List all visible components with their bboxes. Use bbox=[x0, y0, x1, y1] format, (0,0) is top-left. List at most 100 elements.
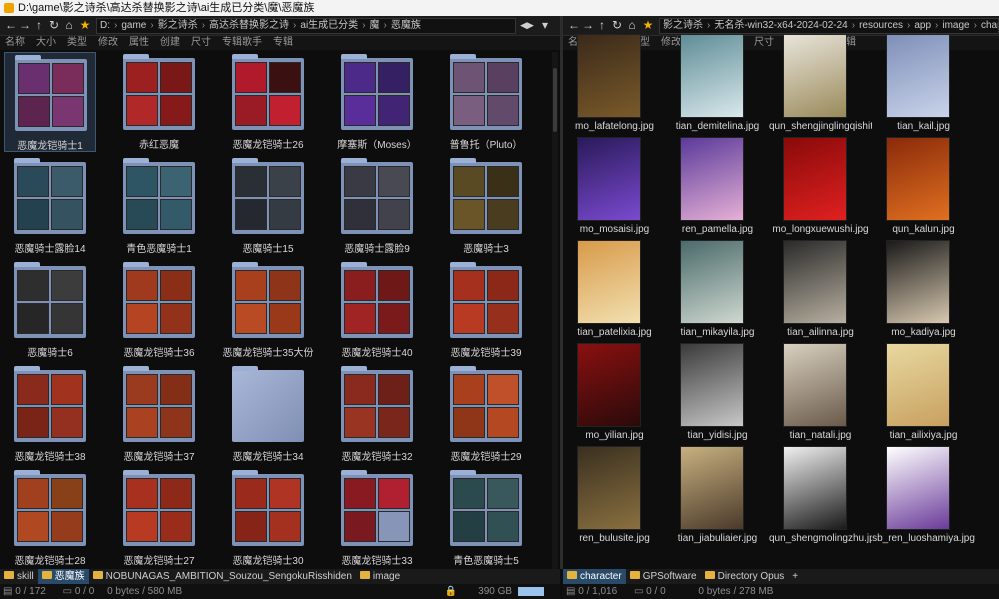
image-file-item[interactable]: sb_ren_luoshamiya.jpg bbox=[872, 446, 975, 549]
folder-item[interactable]: 恶魔龙铠骑士39 bbox=[440, 260, 532, 360]
folder-item[interactable]: 恶魔龙铠骑士27 bbox=[113, 468, 205, 568]
column-header[interactable]: 修改 bbox=[98, 36, 118, 50]
right-breadcrumb[interactable]: 影之诗杀 › 无名杀-win32-x64-2024-02-24 › resources ›… bbox=[659, 18, 999, 34]
folder-item[interactable]: 普鲁托（Pluto） bbox=[440, 52, 532, 152]
image-file-item[interactable]: tian_demitelina.jpg bbox=[666, 34, 769, 137]
folder-tab[interactable]: GPSoftware bbox=[626, 569, 701, 584]
column-header[interactable]: 尺寸 bbox=[191, 36, 211, 50]
folder-item[interactable]: 恶魔龙铠骑士40 bbox=[331, 260, 423, 360]
folder-label: 恶魔骑士3 bbox=[463, 244, 509, 255]
image-file-item[interactable]: qun_shengmolingzhu.jpg bbox=[769, 446, 872, 549]
folder-tab[interactable]: image bbox=[356, 569, 404, 584]
breadcrumb-segment[interactable]: chara bbox=[978, 19, 998, 33]
folder-item[interactable]: 恶魔骑士露脸14 bbox=[4, 156, 96, 256]
folder-item[interactable]: 恶魔龙铠骑士1 bbox=[4, 52, 96, 152]
favorite-star-icon[interactable]: ★ bbox=[641, 18, 655, 33]
column-header[interactable]: 专辑歌手 bbox=[222, 36, 262, 50]
folder-tab[interactable]: 恶魔族 bbox=[37, 569, 89, 584]
folder-tab[interactable]: character bbox=[563, 569, 626, 584]
folder-item[interactable]: 恶魔龙铠骑士36 bbox=[113, 260, 205, 360]
home-icon[interactable]: ⌂ bbox=[625, 18, 639, 33]
image-file-item[interactable]: tian_kail.jpg bbox=[872, 34, 975, 137]
image-file-item[interactable]: mo_mosaisi.jpg bbox=[563, 137, 666, 240]
image-file-item[interactable]: ren_bulusite.jpg bbox=[563, 446, 666, 549]
folder-item[interactable]: 恶魔骑士6 bbox=[4, 260, 96, 360]
folder-preview-thumb bbox=[269, 199, 301, 230]
folder-item[interactable]: 恶魔骑士3 bbox=[440, 156, 532, 256]
folder-item[interactable]: 恶魔骑士15 bbox=[222, 156, 314, 256]
refresh-icon[interactable]: ↻ bbox=[47, 18, 61, 33]
back-arrow-icon[interactable]: ← bbox=[4, 18, 18, 33]
add-tab-icon[interactable]: + bbox=[788, 569, 802, 584]
image-thumbnail bbox=[783, 446, 847, 530]
forward-arrow-icon[interactable]: → bbox=[18, 18, 32, 33]
image-file-item[interactable]: qun_shengjinglingqishit... bbox=[769, 34, 872, 137]
breadcrumb-segment[interactable]: 影之诗杀 bbox=[155, 19, 201, 33]
folder-count-icon: ▤ bbox=[566, 586, 576, 597]
folder-item[interactable]: 恶魔龙铠骑士37 bbox=[113, 364, 205, 464]
path-dropdown-icon[interactable]: ▾ bbox=[538, 18, 552, 33]
image-file-item[interactable]: tian_natali.jpg bbox=[769, 343, 872, 446]
image-file-item[interactable]: tian_mikayila.jpg bbox=[666, 240, 769, 343]
folder-item[interactable]: 恶魔龙铠骑士35大份 bbox=[222, 260, 314, 360]
favorite-star-icon[interactable]: ★ bbox=[78, 18, 92, 33]
folder-preview-thumb bbox=[453, 95, 485, 126]
column-header[interactable]: 属性 bbox=[129, 36, 149, 50]
folder-item[interactable]: 恶魔龙铠骑士30 bbox=[222, 468, 314, 568]
folder-item[interactable]: 恶魔龙铠骑士32 bbox=[331, 364, 423, 464]
folder-item[interactable]: 恶魔龙铠骑士38 bbox=[4, 364, 96, 464]
image-file-item[interactable]: mo_kadiya.jpg bbox=[872, 240, 975, 343]
forward-arrow-icon[interactable]: → bbox=[581, 18, 595, 33]
image-file-item[interactable]: tian_yidisi.jpg bbox=[666, 343, 769, 446]
breadcrumb-segment[interactable]: image bbox=[939, 19, 972, 33]
folder-item[interactable]: 恶魔龙铠骑士34 bbox=[222, 364, 314, 464]
breadcrumb-segment[interactable]: ai生成已分类 bbox=[297, 19, 361, 33]
image-file-item[interactable]: tian_ailixiya.jpg bbox=[872, 343, 975, 446]
breadcrumb-segment[interactable]: 恶魔族 bbox=[388, 19, 424, 33]
folder-item[interactable]: 摩塞斯（Moses） bbox=[331, 52, 423, 152]
path-arrows-icon[interactable]: ◀▶ bbox=[520, 18, 534, 33]
image-file-item[interactable]: tian_jiabuliaier.jpg bbox=[666, 446, 769, 549]
folder-item[interactable]: 赤红恶魔 bbox=[113, 52, 205, 152]
up-arrow-icon[interactable]: ↑ bbox=[32, 18, 46, 33]
home-icon[interactable]: ⌂ bbox=[62, 18, 76, 33]
image-file-item[interactable]: mo_yilian.jpg bbox=[563, 343, 666, 446]
column-header[interactable]: 类型 bbox=[67, 36, 87, 50]
up-arrow-icon[interactable]: ↑ bbox=[595, 18, 609, 33]
image-file-item[interactable]: ren_pamella.jpg bbox=[666, 137, 769, 240]
breadcrumb-segment[interactable]: 无名杀-win32-x64-2024-02-24 bbox=[711, 19, 850, 33]
back-arrow-icon[interactable]: ← bbox=[567, 18, 581, 33]
breadcrumb-segment[interactable]: game bbox=[118, 19, 149, 33]
column-header[interactable]: 大小 bbox=[36, 36, 56, 50]
column-header[interactable]: 专辑 bbox=[273, 36, 293, 50]
folder-item[interactable]: 恶魔龙铠骑士33 bbox=[331, 468, 423, 568]
column-header[interactable]: 名称 bbox=[5, 36, 25, 50]
breadcrumb-segment[interactable]: resources bbox=[856, 19, 906, 33]
image-file-item[interactable]: tian_patelixia.jpg bbox=[563, 240, 666, 343]
folder-preview-thumb bbox=[453, 478, 485, 509]
refresh-icon[interactable]: ↻ bbox=[610, 18, 624, 33]
image-file-item[interactable]: tian_ailinna.jpg bbox=[769, 240, 872, 343]
folder-item[interactable]: 恶魔骑士露脸9 bbox=[331, 156, 423, 256]
breadcrumb-segment[interactable]: 魔 bbox=[367, 19, 383, 33]
folder-item[interactable]: 恶魔龙铠骑士28 bbox=[4, 468, 96, 568]
folder-preview-thumb bbox=[51, 199, 83, 230]
breadcrumb-segment[interactable]: 高达杀替换影之诗 bbox=[206, 19, 292, 33]
image-file-item[interactable]: mo_longxuewushi.jpg bbox=[769, 137, 872, 240]
image-file-item[interactable]: qun_kalun.jpg bbox=[872, 137, 975, 240]
folder-item[interactable]: 青色恶魔骑士1 bbox=[113, 156, 205, 256]
folder-tab[interactable]: Directory Opus bbox=[701, 569, 789, 584]
folder-item[interactable]: 恶魔龙铠骑士29 bbox=[440, 364, 532, 464]
folder-item[interactable]: 恶魔龙铠骑士26 bbox=[222, 52, 314, 152]
folder-tab[interactable]: NOBUNAGAS_AMBITION_Souzou_SengokuRisshid… bbox=[89, 569, 356, 584]
breadcrumb-segment[interactable]: app bbox=[911, 19, 934, 33]
breadcrumb-segment[interactable]: D: bbox=[97, 19, 113, 33]
breadcrumb-segment[interactable]: 影之诗杀 bbox=[660, 19, 706, 33]
left-breadcrumb[interactable]: D: › game › 影之诗杀 › 高达杀替换影之诗 › ai生成已分类 › 魔 › 恶魔族 bbox=[96, 18, 516, 34]
folder-item[interactable]: 青色恶魔骑士5 bbox=[440, 468, 532, 568]
left-column-headers[interactable]: 名称 大小 类型 修改 属性 创建 尺寸 专辑歌手 专辑 bbox=[0, 36, 560, 50]
folder-tab[interactable]: skill bbox=[0, 569, 38, 584]
left-scrollbar[interactable] bbox=[552, 52, 558, 569]
image-file-item[interactable]: mo_lafatelong.jpg bbox=[563, 34, 666, 137]
column-header[interactable]: 创建 bbox=[160, 36, 180, 50]
